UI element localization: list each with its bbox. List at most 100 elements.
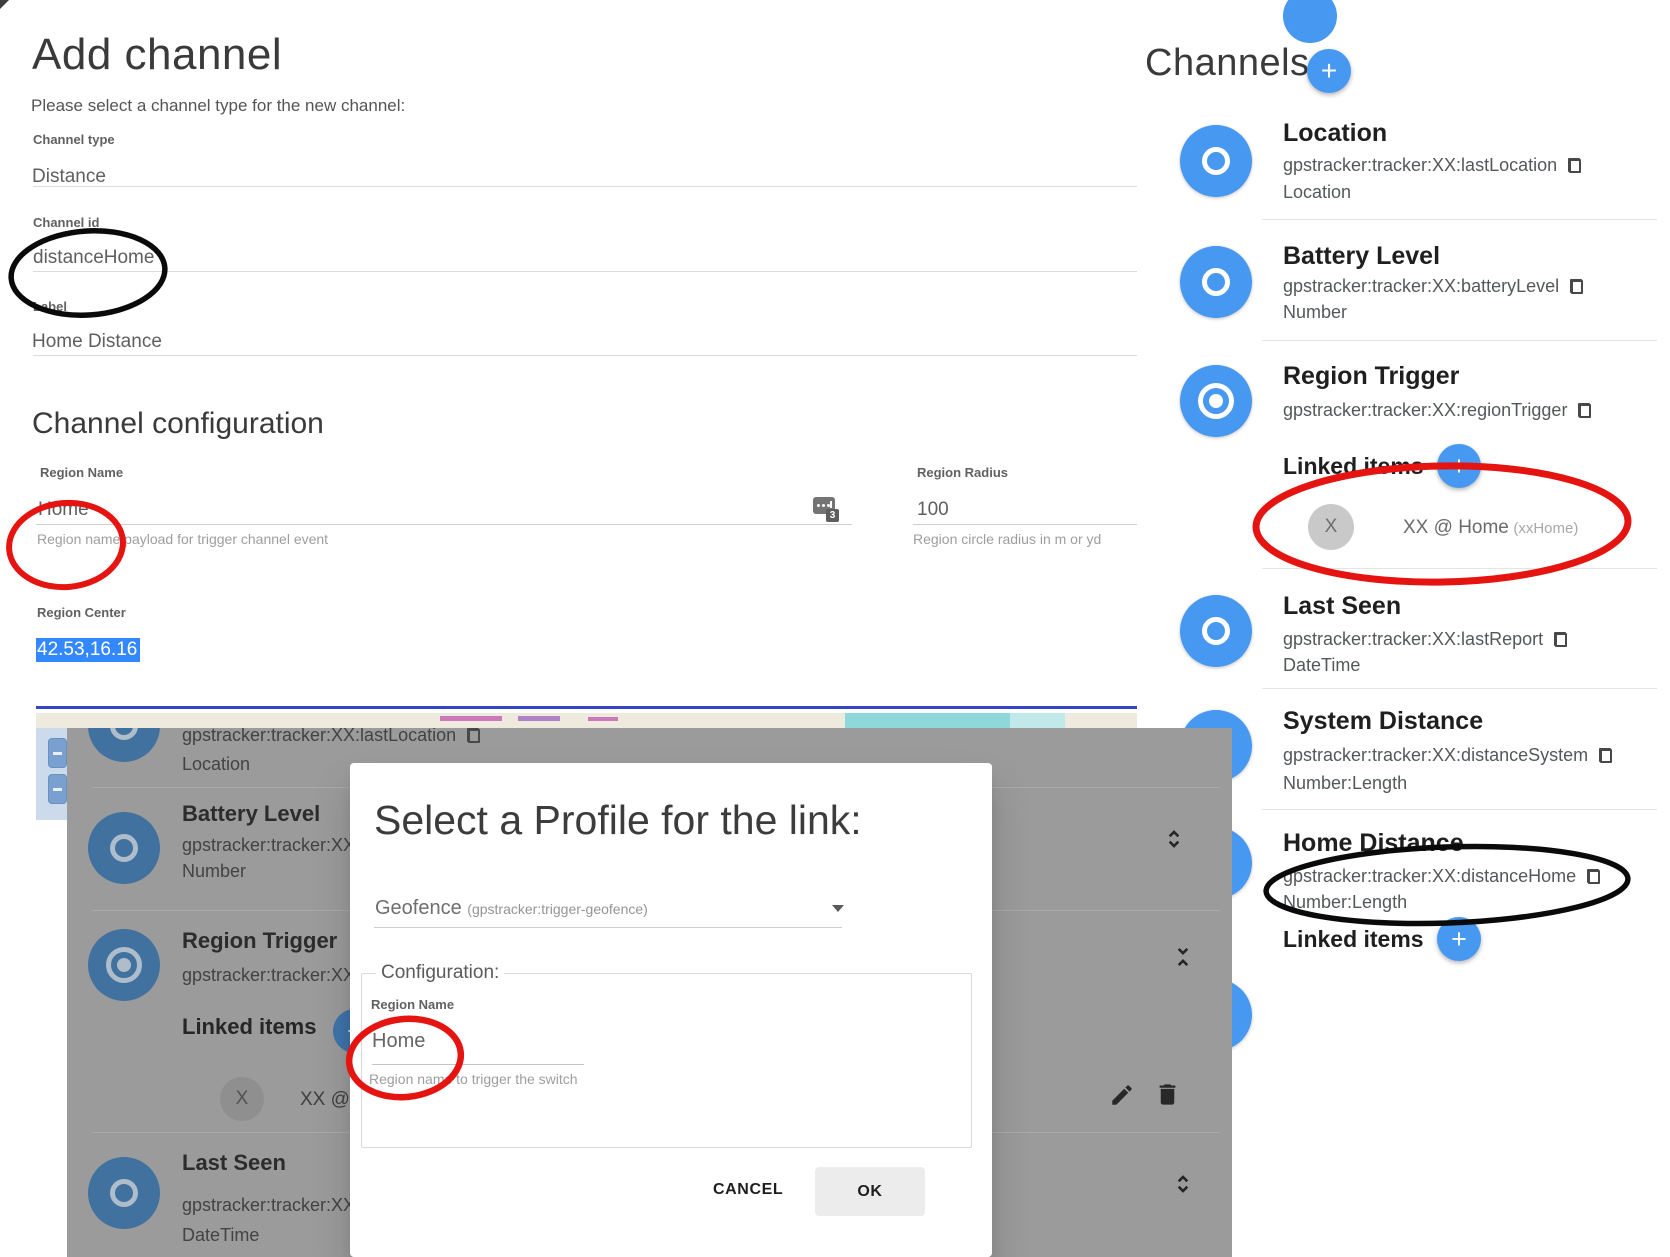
region-name-hint: Region name payload for trigger channel … xyxy=(37,531,328,547)
copy-icon[interactable] xyxy=(1568,158,1581,173)
linked-items-heading-dimmed: Linked items xyxy=(182,1014,316,1040)
delete-trash-icon[interactable] xyxy=(1154,1081,1181,1108)
selected-text: 42.53,16.16 xyxy=(36,638,140,662)
copy-icon[interactable] xyxy=(1599,748,1612,763)
scrolled-fab-partial[interactable] xyxy=(1283,0,1337,43)
add-channel-button[interactable]: + xyxy=(1307,49,1351,93)
channel-type: DateTime xyxy=(1283,655,1360,676)
channel-id-input[interactable]: distanceHome xyxy=(33,247,154,269)
channel-id-row: gpstracker:tracker:XX:regionTrigger xyxy=(1283,400,1591,421)
divider xyxy=(1262,340,1657,341)
channel-name: Location xyxy=(1283,119,1387,148)
region-radius-input[interactable]: 100 xyxy=(917,499,949,521)
region-name-input[interactable]: Home xyxy=(38,499,89,521)
copy-icon[interactable] xyxy=(1554,632,1567,647)
select-underline xyxy=(374,927,842,928)
channel-icon-dimmed xyxy=(88,1157,160,1229)
channel-id-row: gpstracker:tracker:XX:distanceSystem xyxy=(1283,745,1612,766)
map-zoom-in-button[interactable] xyxy=(48,738,67,768)
channel-type: Location xyxy=(1283,182,1351,203)
channel-type-dimmed: Location xyxy=(182,754,250,775)
channels-title: Channels xyxy=(1145,42,1310,85)
linked-items-heading: Linked items xyxy=(1283,453,1424,480)
unfold-more-icon[interactable] xyxy=(1170,1171,1196,1197)
region-name-input[interactable]: Home xyxy=(372,1030,425,1053)
field-underline xyxy=(913,524,1137,525)
channel-id-row-dimmed: gpstracker:tracker:XX:lastLocation xyxy=(182,728,480,746)
divider xyxy=(1262,568,1657,569)
copy-icon[interactable] xyxy=(1570,279,1583,294)
channel-id-row: gpstracker:tracker:XX:lastReport xyxy=(1283,629,1567,650)
linked-item-avatar-dimmed: X xyxy=(220,1077,264,1121)
cancel-button[interactable]: CANCEL xyxy=(713,1181,783,1199)
channel-icon-dimmed xyxy=(88,728,160,762)
cursor-artifact xyxy=(0,0,9,9)
map-zoom-out-button[interactable] xyxy=(48,774,67,804)
add-linked-item-button[interactable]: + xyxy=(1437,444,1481,488)
keyboard-badge: 3 xyxy=(826,509,839,522)
dialog-title: Select a Profile for the link: xyxy=(374,797,862,844)
config-section-title: Channel configuration xyxy=(32,407,324,441)
channel-type-select[interactable]: Distance xyxy=(32,166,106,188)
edit-pencil-icon[interactable] xyxy=(1109,1082,1135,1108)
channel-name: Battery Level xyxy=(1283,242,1440,271)
page-title: Add channel xyxy=(32,30,282,80)
region-radius-label: Region Radius xyxy=(917,465,1008,480)
channel-id-row: gpstracker:tracker:XX:distanceHome xyxy=(1283,866,1600,887)
channel-type-dimmed: DateTime xyxy=(182,1225,259,1246)
channel-name: Last Seen xyxy=(1283,592,1401,621)
channel-id-row: gpstracker:tracker:XX:lastLocation xyxy=(1283,155,1581,176)
channel-id-row: gpstracker:tracker:XX:batteryLevel xyxy=(1283,276,1583,297)
field-underline xyxy=(33,186,1137,187)
page-subtitle: Please select a channel type for the new… xyxy=(31,96,405,116)
channel-type: Number xyxy=(1283,302,1347,323)
radio-checked-icon xyxy=(1198,383,1234,419)
label-label: Label xyxy=(33,299,67,314)
channel-type-label: Channel type xyxy=(33,132,115,147)
region-center-input[interactable]: 42.53,16.16 xyxy=(36,639,140,661)
fieldset-legend: Configuration: xyxy=(376,962,504,984)
circle-outline-icon xyxy=(1202,147,1230,175)
label-input[interactable]: Home Distance xyxy=(32,331,162,353)
region-center-label: Region Center xyxy=(37,605,126,620)
keyboard-input-icon[interactable]: 3 xyxy=(813,495,839,522)
configuration-fieldset: Configuration: Region Name Home Region n… xyxy=(361,973,972,1148)
channel-name: System Distance xyxy=(1283,707,1483,736)
dropdown-caret-icon[interactable] xyxy=(832,905,844,912)
unfold-more-icon[interactable] xyxy=(1161,826,1187,852)
channel-icon xyxy=(1180,595,1252,667)
copy-icon[interactable] xyxy=(467,728,480,743)
channel-type: Number:Length xyxy=(1283,892,1407,913)
channel-icon xyxy=(1180,125,1252,197)
circle-outline-icon xyxy=(1202,268,1230,296)
map-preview xyxy=(36,728,67,820)
linked-item[interactable]: XX @ Home (xxHome) xyxy=(1403,517,1578,539)
channel-name: Home Distance xyxy=(1283,829,1464,858)
linked-item-avatar: X xyxy=(1308,504,1354,550)
radio-checked-icon xyxy=(106,947,142,983)
unfold-less-icon[interactable] xyxy=(1170,944,1196,970)
divider xyxy=(1262,219,1657,220)
channel-icon xyxy=(1180,246,1252,318)
channel-icon-dimmed xyxy=(88,812,160,884)
add-linked-item-button[interactable]: + xyxy=(1437,917,1481,961)
channel-icon xyxy=(1180,365,1252,437)
copy-icon[interactable] xyxy=(1578,403,1591,418)
copy-icon[interactable] xyxy=(1587,869,1600,884)
divider xyxy=(1262,688,1657,689)
ok-button[interactable]: OK xyxy=(815,1167,925,1216)
region-name-label: Region Name xyxy=(40,465,123,480)
field-underline xyxy=(372,1064,584,1065)
channel-id-label: Channel id xyxy=(33,215,99,230)
profile-select[interactable]: Geofence (gpstracker:trigger-geofence) xyxy=(375,897,648,920)
linked-items-heading: Linked items xyxy=(1283,926,1424,953)
channel-name: Region Trigger xyxy=(1283,362,1459,391)
channel-icon-dimmed xyxy=(88,929,160,1001)
channel-type: Number:Length xyxy=(1283,773,1407,794)
channel-type-dimmed: Number xyxy=(182,861,246,882)
divider xyxy=(1262,809,1657,810)
channel-name-dimmed: Last Seen xyxy=(182,1150,286,1176)
region-name-hint: Region name to trigger the switch xyxy=(369,1071,578,1087)
channel-name-dimmed: Battery Level xyxy=(182,801,320,827)
channel-name-dimmed: Region Trigger xyxy=(182,928,337,954)
